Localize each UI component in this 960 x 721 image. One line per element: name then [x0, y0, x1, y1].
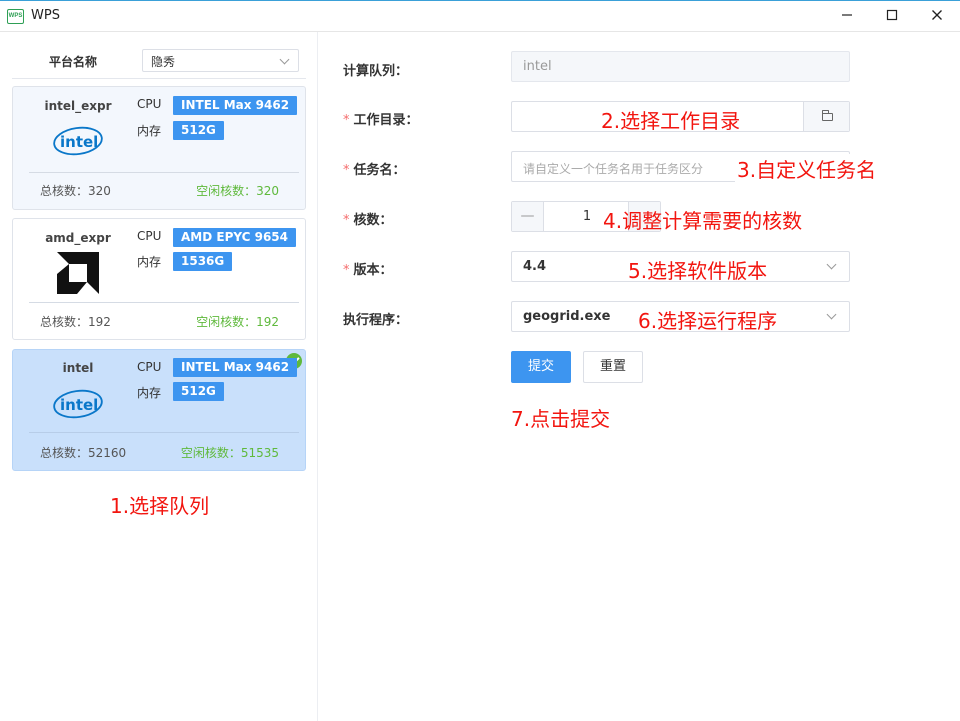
cpu-label: CPU: [137, 97, 162, 111]
mem-label: 内存: [137, 386, 162, 400]
intel-logo-icon: intel: [53, 389, 103, 419]
window-title: WPS: [31, 8, 60, 23]
mem-tag: 1536G: [173, 252, 233, 271]
workdir-label-text: 工作目录：: [353, 113, 419, 128]
queue-value: intel: [523, 59, 552, 74]
mem-label: 内存: [137, 124, 162, 138]
cores-label: * 核数：: [343, 209, 393, 228]
chevron-down-icon: [826, 259, 837, 270]
browse-folder-button[interactable]: [803, 102, 849, 131]
required-mark: *: [343, 163, 350, 178]
submit-button[interactable]: 提交: [511, 351, 571, 383]
reset-button[interactable]: 重置: [583, 351, 643, 383]
title-bar: WPS WPS: [0, 0, 960, 32]
intel-logo-icon: intel: [53, 126, 103, 156]
total-cores: 总核数：320: [40, 184, 111, 198]
cpu-tag: INTEL Max 9462: [173, 96, 298, 115]
card-divider: [29, 432, 299, 433]
version-value: 4.4: [523, 259, 547, 274]
queue-card-name: amd_expr: [45, 231, 111, 245]
queue-card-intel[interactable]: intel intel CPU INTEL Max 9462 内存 512G 总…: [12, 349, 306, 471]
svg-text:intel: intel: [60, 396, 98, 414]
annotation-step3: 3.自定义任务名: [735, 154, 877, 183]
decrease-button[interactable]: —: [512, 202, 544, 231]
wps-logo-icon: WPS: [7, 9, 24, 24]
annotation-step7: 7.点击提交: [511, 407, 611, 431]
chevron-down-icon: [279, 54, 290, 65]
platform-select-value: 隐秀: [151, 55, 176, 69]
cpu-label: CPU: [137, 229, 162, 243]
cpu-tag: INTEL Max 9462: [173, 358, 298, 377]
cores-label-text: 核数：: [353, 213, 393, 228]
taskname-placeholder: 请自定义一个任务名用于任务区分: [523, 162, 704, 176]
version-label-text: 版本：: [353, 263, 393, 278]
platform-filter-label: 平台名称: [49, 55, 98, 69]
program-label: 执行程序：: [343, 313, 409, 328]
platform-select[interactable]: 隐秀: [142, 49, 299, 72]
taskname-label: * 任务名：: [343, 159, 406, 178]
free-cores: 空闲核数：320: [196, 184, 279, 198]
program-value: geogrid.exe: [523, 309, 611, 324]
filter-divider: [12, 78, 306, 79]
cpu-label: CPU: [137, 360, 162, 374]
folder-icon: [822, 110, 833, 121]
total-cores: 总核数：192: [40, 315, 111, 329]
required-mark: *: [343, 113, 350, 128]
amd-logo-icon: [57, 252, 99, 294]
mem-label: 内存: [137, 255, 162, 269]
workdir-label: * 工作目录：: [343, 109, 419, 128]
mem-tag: 512G: [173, 121, 224, 140]
cpu-tag: AMD EPYC 9654: [173, 228, 297, 247]
chevron-down-icon: [826, 309, 837, 320]
minimize-icon[interactable]: [837, 7, 857, 27]
free-cores: 空闲核数：192: [196, 315, 279, 329]
card-divider: [29, 302, 299, 303]
version-label: * 版本：: [343, 259, 393, 278]
free-cores: 空闲核数：51535: [180, 446, 279, 460]
queue-label: 计算队列：: [343, 64, 409, 79]
queue-card-intel-expr[interactable]: intel_expr intel CPU INTEL Max 9462 内存 5…: [12, 86, 306, 210]
svg-text:intel: intel: [60, 133, 98, 151]
annotation-step6: 6.选择运行程序: [638, 309, 778, 333]
required-mark: *: [343, 263, 350, 278]
queue-card-amd-expr[interactable]: amd_expr CPU AMD EPYC 9654 内存 1536G 总核数：…: [12, 218, 306, 340]
card-divider: [29, 172, 299, 173]
queue-card-name: intel: [62, 361, 94, 375]
total-cores: 总核数：52160: [40, 446, 127, 460]
taskname-label-text: 任务名：: [353, 163, 406, 178]
close-icon[interactable]: [927, 7, 947, 27]
queue-field: intel: [511, 51, 850, 82]
annotation-step1: 1.选择队列: [110, 494, 210, 518]
annotation-step2: 2.选择工作目录: [601, 109, 741, 133]
annotation-step4: 4.调整计算需要的核数: [603, 209, 803, 233]
mem-tag: 512G: [173, 382, 224, 401]
maximize-icon[interactable]: [882, 7, 902, 27]
required-mark: *: [343, 213, 350, 228]
annotation-step5: 5.选择软件版本: [628, 259, 768, 283]
queue-card-name: intel_expr: [44, 99, 112, 113]
